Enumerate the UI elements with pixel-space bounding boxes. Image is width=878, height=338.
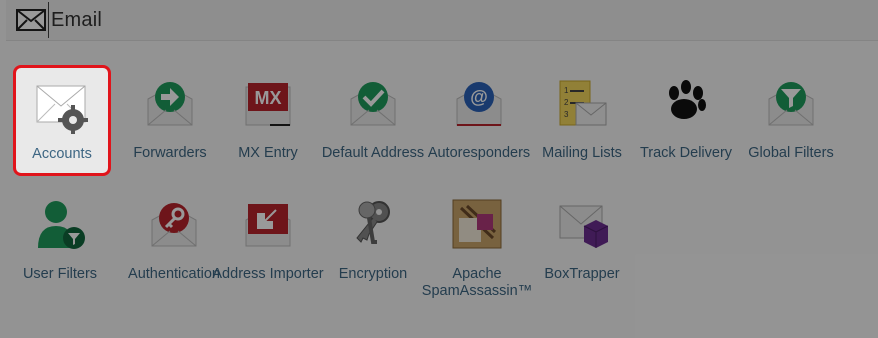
spamassassin-icon	[452, 199, 502, 249]
mx-badge-text: MX	[255, 88, 282, 108]
section-header: Email	[6, 0, 878, 41]
item-label: Autoresponders	[427, 145, 531, 161]
item-accounts[interactable]: Accounts	[13, 65, 111, 176]
svg-text:1: 1	[564, 86, 569, 95]
item-global-filters[interactable]: Global Filters	[739, 67, 843, 173]
item-default-address[interactable]: Default Address	[321, 67, 425, 173]
item-label: BoxTrapper	[544, 266, 620, 282]
boxtrapper-icon	[559, 205, 608, 248]
item-mailing-lists[interactable]: 1 2 3 Mailing Lists	[530, 67, 634, 173]
item-autoresponders[interactable]: @ Autoresponders	[427, 67, 531, 173]
item-label: Accounts	[32, 146, 92, 162]
item-address-importer[interactable]: Address Importer	[212, 188, 324, 294]
item-encryption[interactable]: Encryption	[321, 188, 425, 294]
item-spamassassin[interactable]: Apache SpamAssassin™	[422, 188, 532, 299]
item-label: Track Delivery	[639, 145, 733, 161]
autoresponder-at-icon: @	[456, 82, 502, 126]
email-section: Email Forwarders MX MX Entry Default Add…	[0, 0, 878, 338]
mx-entry-icon: MX	[245, 83, 291, 126]
svg-text:3: 3	[564, 110, 569, 119]
global-filters-funnel-icon	[768, 82, 814, 126]
user-filters-icon	[38, 201, 85, 249]
envelope-icon	[16, 9, 46, 31]
address-importer-arrow-icon	[245, 204, 291, 247]
encryption-keys-icon	[356, 201, 390, 244]
item-label: Global Filters	[748, 145, 834, 161]
item-label: Address Importer	[212, 266, 324, 282]
item-label: User Filters	[22, 266, 98, 282]
item-user-filters[interactable]: User Filters	[8, 188, 112, 294]
svg-text:2: 2	[564, 98, 569, 107]
item-label: MX Entry	[238, 145, 298, 161]
item-track-delivery[interactable]: Track Delivery	[634, 67, 738, 173]
header-divider	[48, 2, 49, 38]
mailing-lists-icon: 1 2 3	[559, 80, 607, 126]
item-forwarders[interactable]: Forwarders	[118, 67, 222, 173]
item-label: Encryption	[338, 266, 408, 282]
email-accounts-gear-icon	[36, 85, 88, 134]
item-label: Apache SpamAssassin™	[421, 266, 533, 299]
authentication-key-icon	[151, 203, 197, 247]
section-title: Email	[51, 8, 103, 31]
forwarder-arrow-icon	[147, 82, 193, 126]
item-label: Mailing Lists	[542, 145, 622, 161]
item-label: Default Address	[321, 145, 425, 161]
track-delivery-pawprint-icon	[669, 80, 706, 119]
at-badge-text: @	[470, 87, 488, 107]
item-mx-entry[interactable]: MX MX Entry	[216, 67, 320, 173]
default-address-check-icon	[350, 82, 396, 126]
item-boxtrapper[interactable]: BoxTrapper	[530, 188, 634, 294]
